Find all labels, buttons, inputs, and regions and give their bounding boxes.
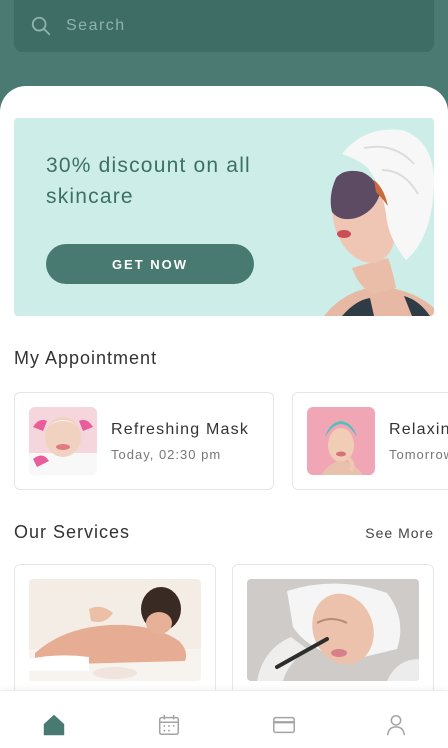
- appointment-thumbnail: [29, 407, 97, 475]
- main-content-sheet: 30% discount on all skincare GET NOW My …: [0, 86, 448, 748]
- search-bar[interactable]: Search: [14, 0, 434, 52]
- nav-card[interactable]: [270, 711, 298, 739]
- promo-title: 30% discount on all skincare: [46, 154, 251, 208]
- appointments-title: My Appointment: [14, 348, 158, 368]
- card-icon: [273, 716, 295, 734]
- see-more-link[interactable]: See More: [365, 525, 434, 541]
- nav-calendar[interactable]: [155, 711, 183, 739]
- appointment-title: Refreshing Mask: [111, 421, 250, 438]
- home-icon: [43, 714, 65, 736]
- service-image: [247, 579, 419, 681]
- bottom-navigation: [0, 690, 448, 748]
- search-icon: [31, 16, 51, 36]
- appointment-time: Today, 02:30 pm: [111, 447, 222, 462]
- search-input[interactable]: Search: [66, 17, 126, 35]
- calendar-icon: [158, 714, 180, 736]
- promo-banner[interactable]: 30% discount on all skincare GET NOW: [14, 118, 434, 316]
- service-card[interactable]: [232, 564, 434, 694]
- appointment-title: Relaxing: [389, 421, 448, 438]
- get-now-button[interactable]: GET NOW: [46, 244, 254, 284]
- services-title: Our Services: [14, 522, 131, 542]
- appointment-card[interactable]: Relaxing Tomorrow: [292, 392, 448, 490]
- promo-model-image: [324, 129, 434, 316]
- nav-profile[interactable]: [382, 711, 410, 739]
- profile-icon: [386, 714, 406, 736]
- service-card[interactable]: [14, 564, 216, 694]
- nav-home[interactable]: [40, 711, 68, 739]
- appointment-card[interactable]: Refreshing Mask Today, 02:30 pm: [14, 392, 274, 490]
- service-image: [29, 579, 201, 681]
- appointment-thumbnail: [307, 407, 375, 475]
- appointment-time: Tomorrow: [389, 447, 448, 462]
